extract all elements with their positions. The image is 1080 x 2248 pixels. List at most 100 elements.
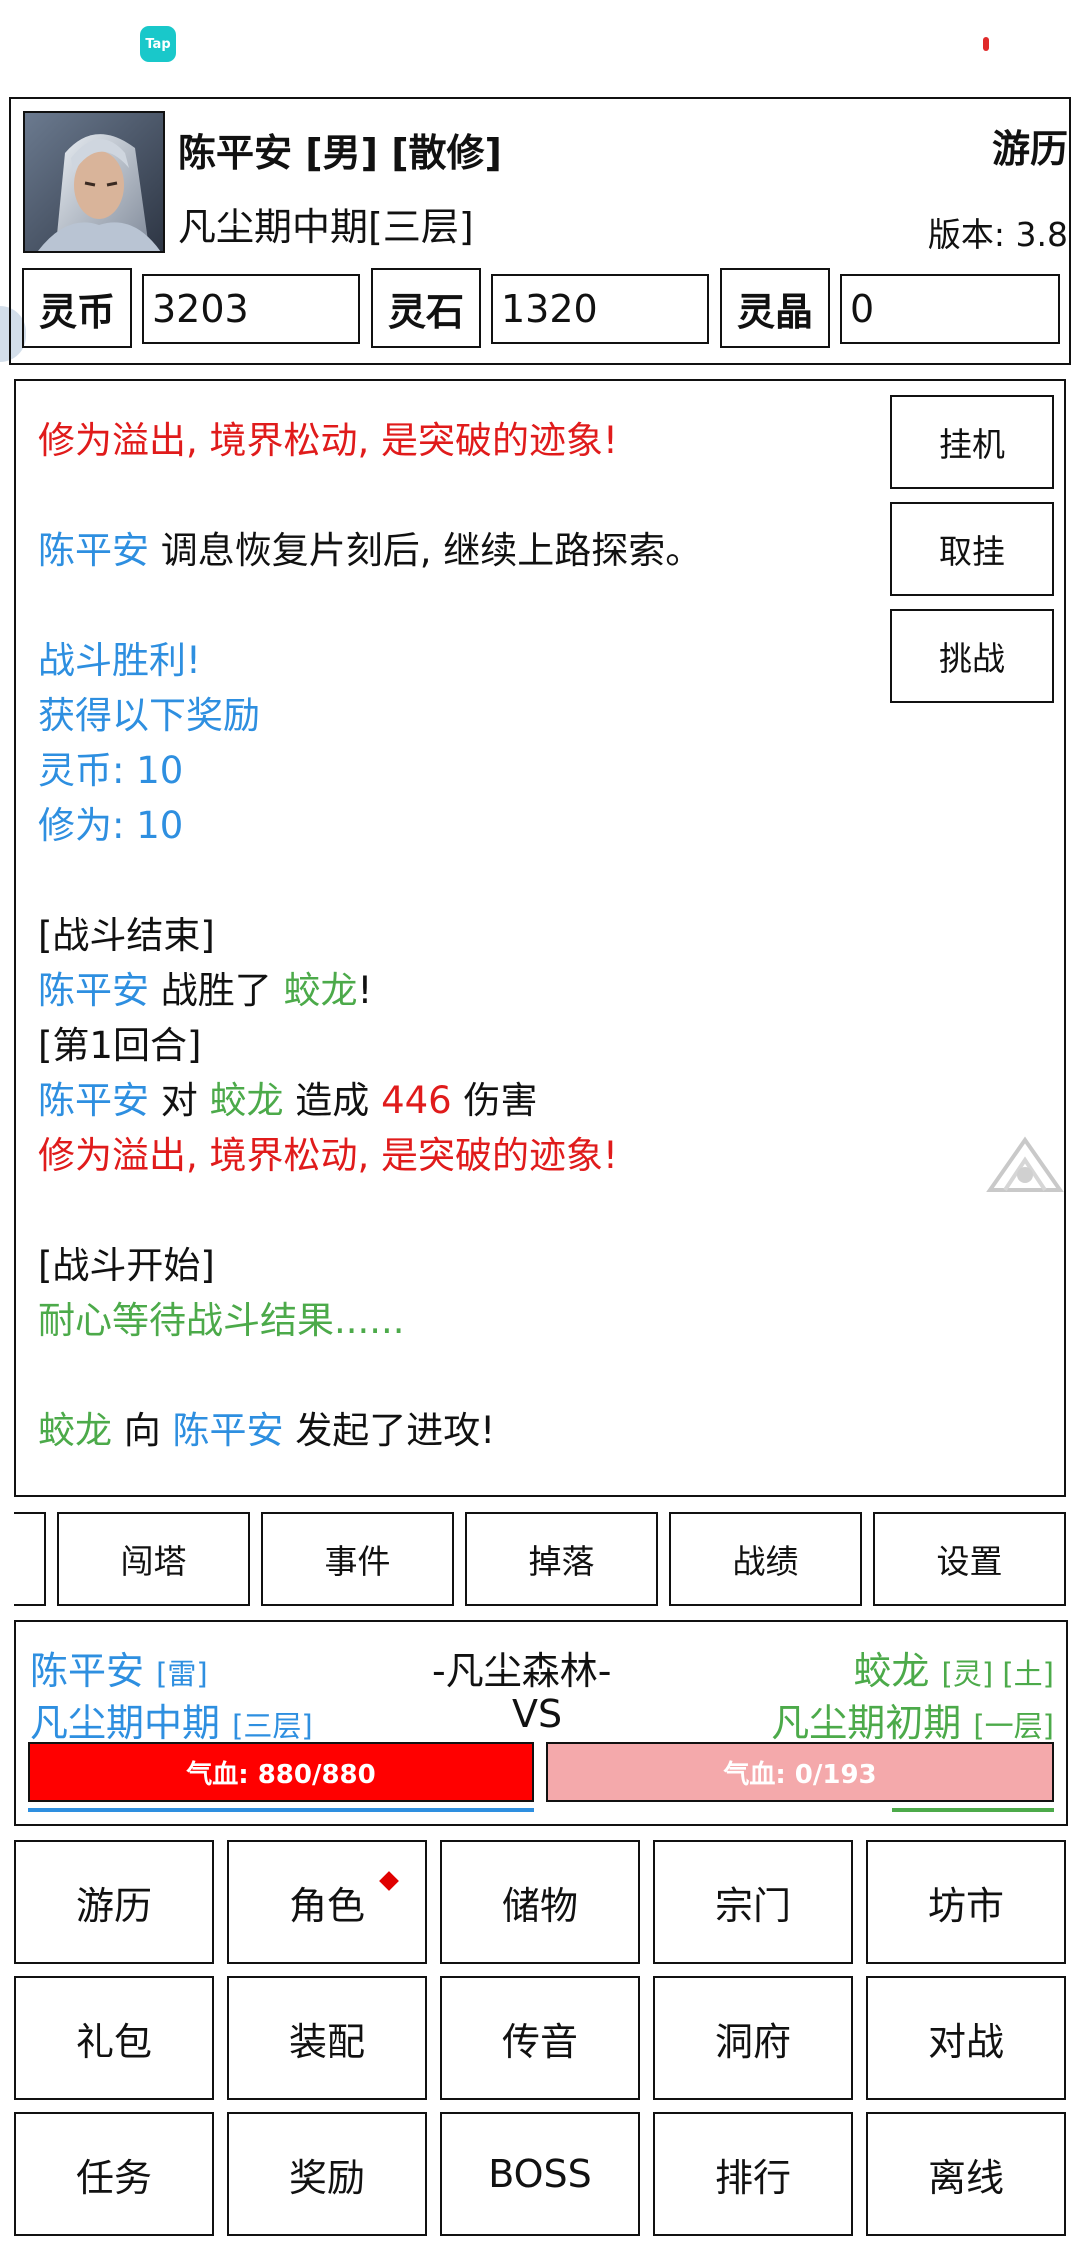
menu-boss-button[interactable]: BOSS [440,2112,640,2236]
log-segment: 446 [381,1079,452,1122]
cancel-idle-button[interactable]: 取挂 [890,502,1054,596]
enemy-realm-line: 凡尘期初期 [一层] [771,1692,1054,1747]
character-avatar[interactable] [23,111,165,253]
menu-message-button[interactable]: 传音 [440,1976,640,2100]
menu-button-label: 装配 [288,2019,365,2064]
log-segment: 获得以下奖励 [38,694,260,737]
player-name: 陈平安 [30,1649,145,1693]
log-line: 修为溢出, 境界松动, 是突破的迹象! [38,410,618,464]
log-line: 陈平安 对 蛟龙 造成 446 伤害 [38,1070,537,1124]
menu-button-label: 任务 [75,2155,152,2200]
log-segment: [第1回合] [38,1024,202,1067]
menu-button-label: 排行 [714,2155,791,2200]
enemy-hp-bar: 气血: 0/193 [546,1742,1054,1802]
menu-button-label: 离线 [927,2155,1004,2200]
currency-label-lingshi: 灵石 [371,268,481,348]
menu-travel-button[interactable]: 游历 [14,1840,214,1964]
currency-label-lingbi: 灵币 [22,268,132,348]
log-line: 修为溢出, 境界松动, 是突破的迹象! [38,1125,618,1179]
log-segment: 蛟龙 [38,1409,112,1452]
tab-settings[interactable]: 设置 [873,1512,1066,1606]
menu-market-button[interactable]: 坊市 [866,1840,1066,1964]
currency-value-lingjing: 0 [840,274,1060,344]
player-element: [雷] [156,1657,208,1691]
menu-button-label: 洞府 [714,2019,791,2064]
log-segment: 修为: 10 [38,804,184,847]
log-line: 蛟龙 向 陈平安 发起了进攻! [38,1400,495,1454]
currency-label-lingjing: 灵晶 [720,268,830,348]
log-segment: 陈平安 [38,529,149,572]
current-location-label: 游历 [991,127,1068,171]
menu-button-label: 储物 [501,1883,578,1928]
log-line: 陈平安 战胜了 蛟龙! [38,960,372,1014]
menu-offline-button[interactable]: 离线 [866,2112,1066,2236]
menu-button-label: BOSS [488,2152,592,2196]
menu-giftpack-button[interactable]: 礼包 [14,1976,214,2100]
log-segment: 陈平安 [38,969,149,1012]
menu-cave-button[interactable]: 洞府 [653,1976,853,2100]
player-hp-bar: 气血: 880/880 [28,1742,534,1802]
auto-idle-button[interactable]: 挂机 [890,395,1054,489]
log-segment: 战胜了 [149,969,284,1012]
player-realm-line: 凡尘期中期 [三层] [30,1692,313,1747]
menu-sect-button[interactable]: 宗门 [653,1840,853,1964]
player-realm: 凡尘期中期 [30,1701,221,1745]
menu-ranking-button[interactable]: 排行 [653,2112,853,2236]
tab-records[interactable]: 战绩 [669,1512,862,1606]
menu-button-label: 礼包 [75,2019,152,2064]
log-segment: 对 [149,1079,210,1122]
log-segment: ! [357,969,373,1012]
tab-tower[interactable]: 闯塔 [57,1512,250,1606]
log-segment: 发起了进攻! [283,1409,496,1452]
enemy-tags: [灵] [土] [941,1657,1054,1691]
log-line: 耐心等待战斗结果...... [38,1290,405,1344]
avatar-portrait-icon [25,113,163,251]
enemy-realm: 凡尘期初期 [771,1701,962,1745]
currency-value-lingbi: 3203 [142,274,360,344]
log-line: 灵币: 10 [38,740,183,794]
log-line: [战斗结束] [38,905,215,959]
menu-button-label: 坊市 [927,1883,1004,1928]
log-segment: [战斗结束] [38,914,215,957]
log-segment: 伤害 [451,1079,538,1122]
menu-quests-button[interactable]: 任务 [14,2112,214,2236]
menu-pvp-button[interactable]: 对战 [866,1976,1066,2100]
log-segment: 修为溢出, 境界松动, 是突破的迹象! [38,419,618,462]
tab-overflow-left[interactable] [14,1512,46,1606]
menu-storage-button[interactable]: 储物 [440,1840,640,1964]
player-underline [28,1808,534,1812]
log-segment: 战斗胜利! [38,639,201,682]
log-segment: 调息恢复片刻后, 继续上路探索。 [149,529,703,572]
log-line: [战斗开始] [38,1235,215,1289]
menu-button-label: 游历 [75,1883,152,1928]
log-line: 战斗胜利! [38,630,201,684]
menu-character-button[interactable]: 角色 [227,1840,427,1964]
player-layer: [三层] [232,1709,313,1743]
currency-value-lingshi: 1320 [491,274,709,344]
menu-equip-button[interactable]: 装配 [227,1976,427,2100]
tab-drops[interactable]: 掉落 [465,1512,658,1606]
log-segment: 造成 [283,1079,382,1122]
taptap-app-icon: Tap [140,26,176,62]
log-segment: [战斗开始] [38,1244,215,1287]
menu-button-label: 奖励 [288,2155,365,2200]
enemy-name: 蛟龙 [853,1649,930,1693]
enemy-underline [892,1808,1054,1812]
log-segment: 修为溢出, 境界松动, 是突破的迹象! [38,1134,618,1177]
vs-label: VS [512,1692,563,1736]
battle-location: -凡尘森林- [432,1649,612,1693]
menu-button-label: 角色 [288,1883,365,1928]
menu-button-label: 宗门 [714,1883,791,1928]
tab-events[interactable]: 事件 [261,1512,454,1606]
log-segment: 向 [112,1409,173,1452]
enemy-layer: [一层] [973,1709,1054,1743]
log-line: 获得以下奖励 [38,685,260,739]
log-line: [第1回合] [38,1015,201,1069]
challenge-button[interactable]: 挑战 [890,609,1054,703]
enemy-name-line: 蛟龙 [灵] [土] [853,1640,1054,1695]
log-segment: 蛟龙 [283,969,358,1012]
log-line: 陈平安 调息恢复片刻后, 继续上路探索。 [38,520,702,574]
menu-button-label: 对战 [927,2019,1004,2064]
log-segment: 灵币: 10 [38,749,184,792]
menu-rewards-button[interactable]: 奖励 [227,2112,427,2236]
